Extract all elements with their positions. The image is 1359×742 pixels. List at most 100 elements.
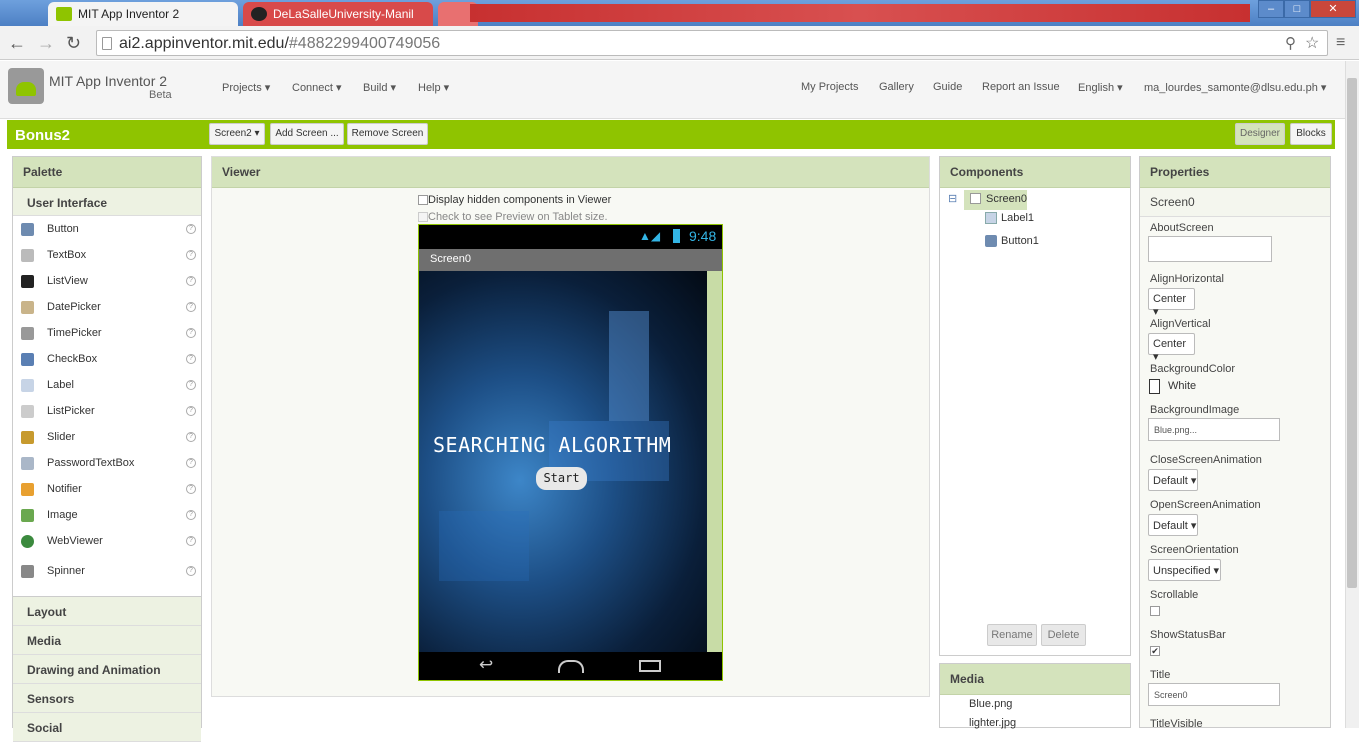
help-icon[interactable]: ? bbox=[186, 536, 196, 546]
help-icon[interactable]: ? bbox=[186, 354, 196, 364]
link-report-issue[interactable]: Report an Issue bbox=[982, 81, 1060, 93]
palette-item-webviewer[interactable]: WebViewer? bbox=[13, 533, 201, 557]
screen-select-dropdown[interactable]: Screen2 ▾ bbox=[209, 123, 265, 145]
image-icon bbox=[21, 509, 34, 522]
hidden-components-checkbox[interactable] bbox=[418, 195, 428, 206]
tree-node-screen0[interactable]: Screen0 bbox=[964, 190, 1027, 210]
palette-section-user-interface[interactable]: User Interface bbox=[13, 188, 201, 216]
align-horizontal-dropdown[interactable]: Center ▾ bbox=[1148, 288, 1195, 318]
link-my-projects[interactable]: My Projects bbox=[801, 81, 858, 93]
bookmark-star-icon[interactable]: ☆ bbox=[1305, 33, 1319, 53]
media-panel: Media Blue.png lighter.jpg bbox=[939, 663, 1131, 729]
help-icon[interactable]: ? bbox=[186, 432, 196, 442]
delete-button[interactable]: Delete bbox=[1041, 624, 1086, 646]
palette-item-spinner[interactable]: Spinner? bbox=[13, 563, 201, 587]
tablet-preview-option[interactable]: Check to see Preview on Tablet size. bbox=[418, 211, 608, 223]
maximize-button[interactable]: □ bbox=[1284, 0, 1310, 18]
webviewer-globe-icon bbox=[21, 535, 34, 548]
help-icon[interactable]: ? bbox=[186, 380, 196, 390]
scrollbar-thumb[interactable] bbox=[1347, 78, 1357, 588]
account-menu[interactable]: ma_lourdes_samonte@dlsu.edu.ph ▾ bbox=[1144, 81, 1326, 94]
link-gallery[interactable]: Gallery bbox=[879, 81, 914, 93]
phone-nav-bar: ↩ bbox=[419, 652, 722, 680]
palette-section-sensors[interactable]: Sensors bbox=[13, 684, 201, 713]
help-icon[interactable]: ? bbox=[186, 406, 196, 416]
close-window-button[interactable]: ✕ bbox=[1310, 0, 1356, 18]
show-status-bar-checkbox[interactable]: ✔ bbox=[1150, 646, 1160, 656]
palette-panel: Palette User Interface Button? TextBox? … bbox=[12, 156, 202, 742]
media-file[interactable]: Blue.png bbox=[969, 698, 1012, 710]
url-input[interactable]: ai2.appinventor.mit.edu/#488229940074905… bbox=[96, 30, 1328, 56]
title-field[interactable]: Screen0 bbox=[1148, 683, 1280, 706]
palette-item-notifier[interactable]: Notifier? bbox=[13, 481, 201, 505]
scrollable-checkbox[interactable] bbox=[1150, 606, 1160, 616]
help-icon[interactable]: ? bbox=[186, 276, 196, 286]
collapse-tree-icon[interactable]: ⊟ bbox=[948, 192, 957, 205]
tree-node-button1[interactable]: Button1 bbox=[985, 235, 1039, 247]
palette-title: Palette bbox=[13, 157, 201, 188]
add-screen-button[interactable]: Add Screen ... bbox=[270, 123, 344, 145]
help-icon[interactable]: ? bbox=[186, 224, 196, 234]
link-guide[interactable]: Guide bbox=[933, 81, 962, 93]
forward-arrow-icon[interactable]: → bbox=[37, 33, 55, 54]
menu-connect[interactable]: Connect ▾ bbox=[292, 81, 342, 94]
title-visible-label: TitleVisible bbox=[1150, 718, 1203, 730]
zoom-icon[interactable]: ⚲ bbox=[1285, 34, 1296, 52]
tablet-preview-checkbox[interactable] bbox=[418, 212, 428, 223]
menu-projects[interactable]: Projects ▾ bbox=[222, 81, 270, 94]
screen-orientation-dropdown[interactable]: Unspecified ▾ bbox=[1148, 559, 1221, 581]
button1-preview[interactable]: Start bbox=[536, 467, 587, 490]
label1-preview[interactable]: SEARCHING ALGORITHM bbox=[433, 433, 671, 457]
tablet-preview-label: Check to see Preview on Tablet size. bbox=[428, 211, 608, 223]
help-icon[interactable]: ? bbox=[186, 250, 196, 260]
tree-node-label1[interactable]: Label1 bbox=[985, 212, 1034, 224]
minimize-button[interactable]: – bbox=[1258, 0, 1284, 18]
open-animation-dropdown[interactable]: Default ▾ bbox=[1148, 514, 1198, 536]
help-icon[interactable]: ? bbox=[186, 484, 196, 494]
rename-button[interactable]: Rename bbox=[987, 624, 1037, 646]
language-menu[interactable]: English ▾ bbox=[1078, 81, 1123, 94]
tab-github[interactable]: DeLaSalleUniversity-Manil bbox=[243, 2, 433, 26]
menu-help[interactable]: Help ▾ bbox=[418, 81, 449, 94]
hidden-components-option[interactable]: Display hidden components in Viewer bbox=[418, 194, 611, 206]
palette-item-label[interactable]: Label? bbox=[13, 377, 201, 401]
menu-build[interactable]: Build ▾ bbox=[363, 81, 396, 94]
tab-app-inventor[interactable]: MIT App Inventor 2 bbox=[48, 2, 238, 26]
remove-screen-button[interactable]: Remove Screen bbox=[347, 123, 428, 145]
help-icon[interactable]: ? bbox=[186, 302, 196, 312]
palette-item-slider[interactable]: Slider? bbox=[13, 429, 201, 453]
wifi-signal-icon: ▲◢ bbox=[639, 229, 661, 243]
palette-section-drawing-animation[interactable]: Drawing and Animation bbox=[13, 655, 201, 684]
help-icon[interactable]: ? bbox=[186, 328, 196, 338]
close-animation-dropdown[interactable]: Default ▾ bbox=[1148, 469, 1198, 491]
about-screen-textarea[interactable] bbox=[1148, 236, 1272, 262]
palette-item-listpicker[interactable]: ListPicker? bbox=[13, 403, 201, 427]
app-inventor-logo-icon[interactable] bbox=[8, 68, 44, 104]
back-arrow-icon[interactable]: ← bbox=[8, 33, 26, 54]
palette-item-textbox[interactable]: TextBox? bbox=[13, 247, 201, 271]
palette-item-passwordtextbox[interactable]: PasswordTextBox? bbox=[13, 455, 201, 479]
palette-item-listview[interactable]: ListView? bbox=[13, 273, 201, 297]
background-image-field[interactable]: Blue.png... bbox=[1148, 418, 1280, 441]
phone-screen-title: Screen0 bbox=[419, 249, 722, 271]
palette-item-button[interactable]: Button? bbox=[13, 221, 201, 245]
help-icon[interactable]: ? bbox=[186, 510, 196, 520]
palette-item-timepicker[interactable]: TimePicker? bbox=[13, 325, 201, 349]
designer-button[interactable]: Designer bbox=[1235, 123, 1285, 145]
beta-badge: Beta bbox=[149, 89, 172, 101]
palette-item-datepicker[interactable]: DatePicker? bbox=[13, 299, 201, 323]
color-swatch[interactable] bbox=[1149, 379, 1160, 394]
palette-section-media[interactable]: Media bbox=[13, 626, 201, 655]
help-icon[interactable]: ? bbox=[186, 458, 196, 468]
palette-section-layout[interactable]: Layout bbox=[13, 597, 201, 626]
reload-icon[interactable]: ↻ bbox=[66, 33, 81, 54]
palette-item-checkbox[interactable]: CheckBox? bbox=[13, 351, 201, 375]
align-vertical-dropdown[interactable]: Center ▾ bbox=[1148, 333, 1195, 363]
media-file[interactable]: lighter.jpg bbox=[969, 717, 1016, 729]
background-color-value[interactable]: White bbox=[1168, 380, 1196, 392]
blocks-button[interactable]: Blocks bbox=[1290, 123, 1332, 145]
screen-orientation-label: ScreenOrientation bbox=[1150, 544, 1239, 556]
help-icon[interactable]: ? bbox=[186, 566, 196, 576]
palette-item-image[interactable]: Image? bbox=[13, 507, 201, 531]
browser-menu-icon[interactable]: ≡ bbox=[1336, 34, 1345, 52]
